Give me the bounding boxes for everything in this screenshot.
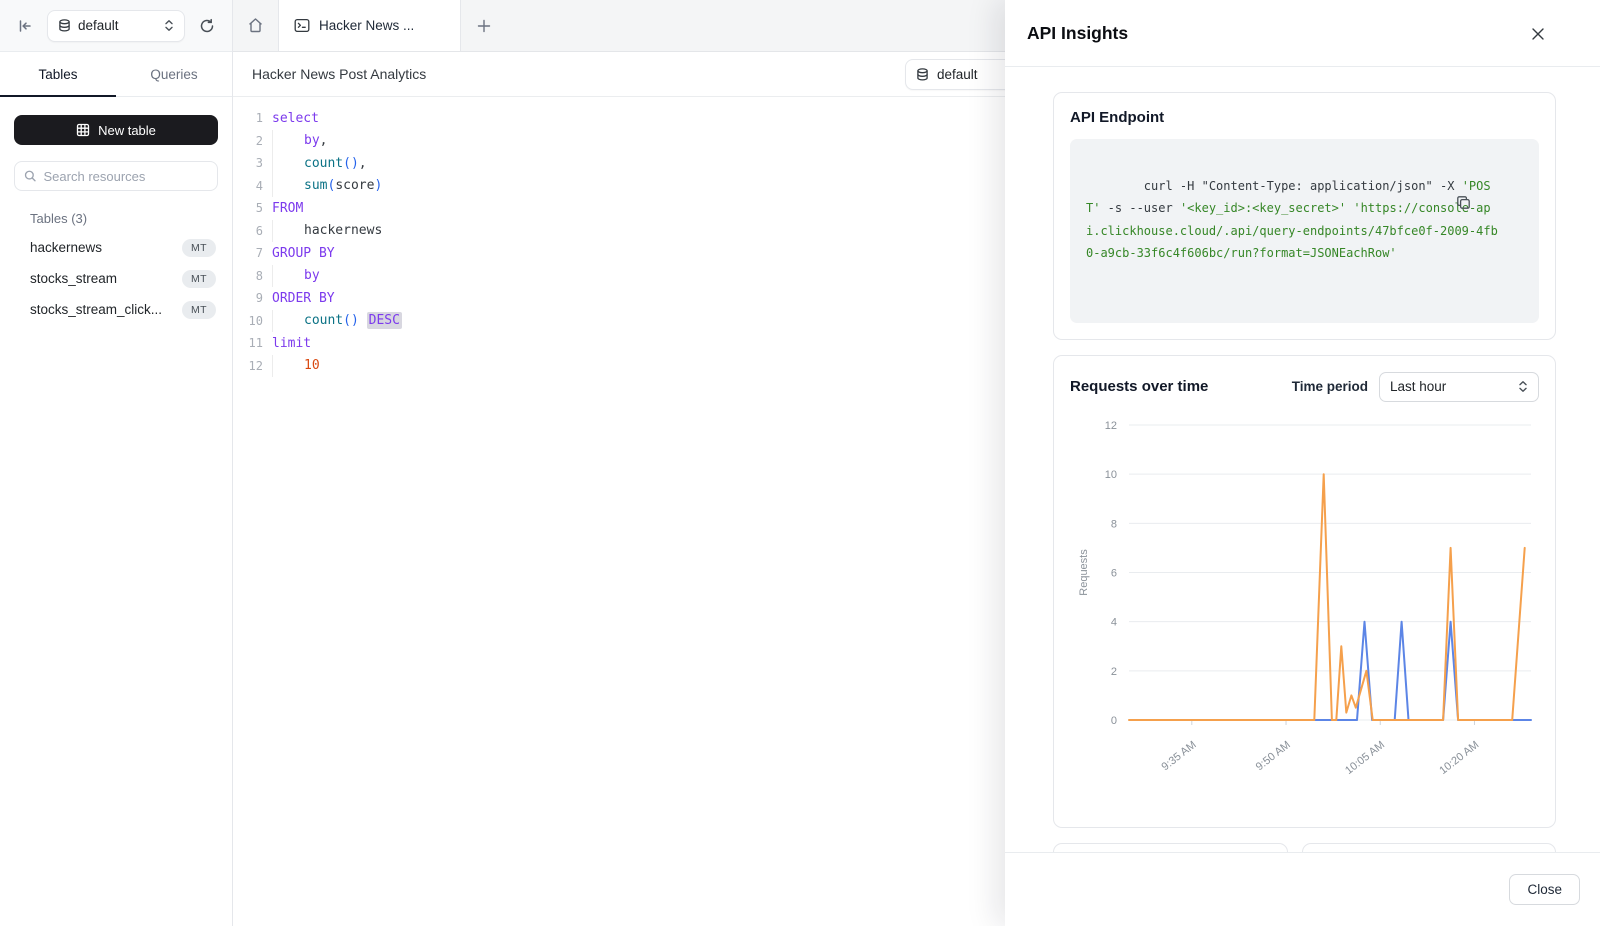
api-insights-panel: API Insights API Endpoint curl -H "Conte… [1005, 0, 1600, 926]
query-tab-label: Hacker News ... [319, 18, 414, 33]
home-button[interactable] [233, 0, 278, 51]
tables-section-label: Tables (3) [30, 211, 218, 226]
search-input[interactable] [44, 169, 208, 184]
table-engine-badge: MT [182, 301, 216, 319]
sidebar: default Tables Queries New table Tables … [0, 0, 233, 926]
tab-tables[interactable]: Tables [0, 52, 116, 96]
table-name: stocks_stream_click... [30, 302, 162, 317]
stats-row: Total requests 66 Last request 1 minute … [1053, 843, 1556, 853]
svg-text:2: 2 [1111, 665, 1117, 677]
panel-close-button[interactable] [1524, 20, 1552, 48]
line-number: 11 [233, 336, 263, 350]
total-requests-card: Total requests 66 [1053, 843, 1288, 853]
line-number: 1 [233, 111, 263, 125]
indent-guide [272, 152, 304, 175]
table-list-item[interactable]: stocks_stream_click... MT [14, 294, 218, 325]
line-number: 3 [233, 156, 263, 170]
svg-text:6: 6 [1111, 567, 1117, 579]
panel-body: API Endpoint curl -H "Content-Type: appl… [1005, 67, 1600, 852]
last-request-card: Last request 1 minute ago [1302, 843, 1556, 853]
line-number: 12 [233, 359, 263, 373]
requests-title: Requests over time [1070, 378, 1292, 395]
sidebar-database-value: default [78, 18, 157, 33]
table-list-item[interactable]: hackernews MT [14, 232, 218, 263]
copy-icon [1456, 195, 1471, 210]
svg-text:10:05 AM: 10:05 AM [1343, 738, 1387, 776]
query-tab[interactable]: Hacker News ... [278, 0, 461, 51]
requests-card-header: Requests over time Time period Last hour [1070, 372, 1539, 402]
svg-text:Requests: Requests [1078, 548, 1090, 595]
indent-guide [272, 265, 304, 288]
table-engine-badge: MT [182, 239, 216, 257]
refresh-icon [199, 18, 215, 34]
requests-chart: 0 2 4 6 8 10 12 9:35 AM 9:50 AM 10:05 AM 10:20 AM R… [1070, 412, 1541, 812]
indent-guide [272, 355, 304, 378]
copy-button[interactable] [1456, 150, 1528, 255]
api-endpoint-card: API Endpoint curl -H "Content-Type: appl… [1053, 92, 1556, 340]
api-endpoint-title: API Endpoint [1070, 109, 1539, 126]
chevron-up-down-icon [1518, 380, 1528, 393]
indent-guide [272, 310, 304, 333]
panel-footer: Close [1005, 852, 1600, 926]
tab-queries[interactable]: Queries [116, 52, 232, 96]
line-number: 6 [233, 224, 263, 238]
new-table-label: New table [98, 123, 156, 138]
database-icon [58, 19, 71, 33]
svg-text:8: 8 [1111, 518, 1117, 530]
sidebar-database-selector[interactable]: default [47, 10, 185, 42]
time-period-select[interactable]: Last hour [1379, 372, 1539, 402]
line-number: 4 [233, 179, 263, 193]
svg-text:10: 10 [1105, 469, 1117, 481]
close-icon [1531, 27, 1545, 41]
table-name: hackernews [30, 240, 102, 255]
line-number: 8 [233, 269, 263, 283]
sidebar-toolbar: default [0, 0, 232, 52]
panel-title: API Insights [1027, 23, 1540, 44]
search-icon [24, 169, 37, 183]
console-icon [294, 18, 310, 33]
time-period-label: Time period [1292, 379, 1368, 394]
line-number: 9 [233, 291, 263, 305]
indent-guide [272, 175, 304, 198]
new-table-button[interactable]: New table [14, 115, 218, 145]
line-number: 5 [233, 201, 263, 215]
line-number: 2 [233, 134, 263, 148]
curl-block: curl -H "Content-Type: application/json"… [1070, 139, 1539, 323]
table-engine-badge: MT [182, 270, 216, 288]
svg-text:0: 0 [1111, 715, 1117, 727]
collapse-sidebar-button[interactable] [12, 13, 38, 39]
collapse-sidebar-icon [17, 18, 33, 34]
refresh-button[interactable] [194, 13, 220, 39]
indent-guide [272, 220, 304, 243]
table-grid-icon [76, 123, 90, 137]
panel-header: API Insights [1005, 0, 1600, 67]
sidebar-content: New table Tables (3) hackernewsMTstocks_… [0, 97, 232, 343]
svg-text:9:35 AM: 9:35 AM [1159, 738, 1198, 772]
search-box [14, 161, 218, 191]
curl-command: curl -H "Content-Type: application/json"… [1086, 179, 1498, 261]
svg-text:4: 4 [1111, 616, 1117, 628]
line-number: 7 [233, 246, 263, 260]
editor-database-value: default [937, 67, 978, 82]
table-list-item[interactable]: stocks_stream MT [14, 263, 218, 294]
close-button[interactable]: Close [1509, 874, 1580, 905]
table-name: stocks_stream [30, 271, 117, 286]
chart-wrap: 0 2 4 6 8 10 12 9:35 AM 9:50 AM 10:05 AM 10:20 AM R… [1070, 412, 1539, 817]
line-number: 10 [233, 314, 263, 328]
home-icon [247, 17, 264, 34]
new-tab-button[interactable] [461, 0, 507, 51]
svg-text:9:50 AM: 9:50 AM [1254, 738, 1293, 772]
indent-guide [272, 130, 304, 153]
chevron-up-down-icon [164, 19, 174, 32]
query-title: Hacker News Post Analytics [252, 66, 426, 82]
database-icon [916, 68, 929, 82]
svg-text:10:20 AM: 10:20 AM [1437, 738, 1481, 776]
requests-over-time-card: Requests over time Time period Last hour… [1053, 355, 1556, 828]
sidebar-tabs: Tables Queries [0, 52, 232, 97]
tables-list: hackernewsMTstocks_streamMTstocks_stream… [14, 232, 218, 325]
time-period-value: Last hour [1390, 379, 1518, 394]
plus-icon [477, 19, 491, 33]
svg-text:12: 12 [1105, 420, 1117, 432]
